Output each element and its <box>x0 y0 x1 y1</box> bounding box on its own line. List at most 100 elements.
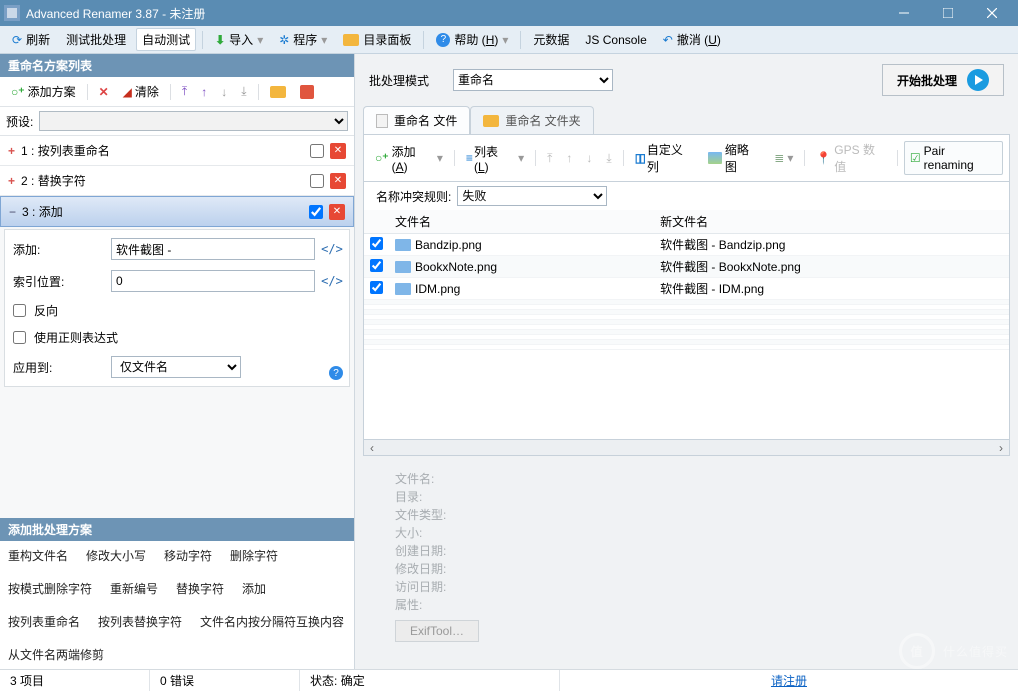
method-enable-checkbox[interactable] <box>310 174 324 188</box>
index-input[interactable] <box>111 270 315 292</box>
regex-label: 使用正则表达式 <box>34 329 124 346</box>
scheme-link[interactable]: 移动字符 <box>164 547 212 564</box>
scheme-link[interactable]: 按列表重命名 <box>8 613 80 630</box>
add-text-input[interactable] <box>111 238 315 260</box>
help-icon[interactable]: ? <box>329 366 343 380</box>
custom-columns-button[interactable]: ▯▯自定义列 <box>630 139 699 177</box>
pair-renaming-button[interactable]: ☑Pair renaming <box>904 141 1003 175</box>
method-item-2[interactable]: + 2 : 替换字符 ✕ <box>0 166 354 196</box>
method-delete-button[interactable]: ✕ <box>330 173 346 189</box>
move-bottom-button[interactable]: ⤓ <box>601 149 616 168</box>
column-newfilename[interactable]: 新文件名 <box>654 210 1009 234</box>
move-bottom-button[interactable]: ⤓ <box>236 82 251 101</box>
collision-rule-select[interactable]: 失败 <box>457 186 607 206</box>
insert-tag-button[interactable]: </> <box>323 240 341 258</box>
scheme-link[interactable]: 替换字符 <box>176 580 224 597</box>
undo-icon: ↶ <box>663 33 673 47</box>
file-grid[interactable]: 文件名 新文件名 Bandzip.png 软件截图 - Bandzip.png … <box>363 210 1010 440</box>
add-files-button[interactable]: ○⁺添加 (A)▾ <box>370 141 448 176</box>
add-scheme-header: 添加批处理方案 <box>0 518 354 541</box>
gps-button[interactable]: 📍GPS 数值 <box>811 139 891 177</box>
horizontal-scrollbar[interactable]: ‹ › <box>363 440 1010 456</box>
scroll-left-button[interactable]: ‹ <box>364 440 380 455</box>
menu-program[interactable]: ✲程序▾ <box>273 28 333 51</box>
apply-to-select[interactable]: 仅文件名 <box>111 356 241 378</box>
scheme-list: 重构文件名 修改大小写 移动字符 删除字符 按模式删除字符 重新编号 替换字符 … <box>0 541 354 669</box>
chevron-down-icon: ▾ <box>787 151 793 165</box>
method-enable-checkbox[interactable] <box>309 205 323 219</box>
batch-mode-row: 批处理模式 重命名 开始批处理 <box>355 54 1018 106</box>
preset-row: 预设: <box>0 107 354 136</box>
move-down-button[interactable]: ↓ <box>216 83 232 101</box>
row-checkbox[interactable] <box>370 259 383 272</box>
batch-mode-select[interactable]: 重命名 <box>453 69 613 91</box>
scheme-link[interactable]: 重新编号 <box>110 580 158 597</box>
exiftool-button[interactable]: ExifTool… <box>395 620 479 642</box>
maximize-button[interactable] <box>926 0 970 26</box>
method-item-1[interactable]: + 1 : 按列表重命名 ✕ <box>0 136 354 166</box>
scheme-link[interactable]: 修改大小写 <box>86 547 146 564</box>
menu-undo[interactable]: ↶撤消 (U) <box>657 28 727 51</box>
scheme-link[interactable]: 重构文件名 <box>8 547 68 564</box>
delete-method-button[interactable]: ✕ <box>94 83 114 101</box>
register-link[interactable]: 请注册 <box>771 672 807 689</box>
column-filename[interactable]: 文件名 <box>389 210 654 234</box>
scroll-right-button[interactable]: › <box>993 440 1009 455</box>
method-delete-button[interactable]: ✕ <box>330 143 346 159</box>
scheme-link[interactable]: 文件名内按分隔符互换内容 <box>200 613 344 630</box>
menu-folder-panel[interactable]: 目录面板 <box>337 28 417 51</box>
insert-tag-button[interactable]: </> <box>323 272 341 290</box>
table-row[interactable]: IDM.png 软件截图 - IDM.png <box>364 278 1009 300</box>
scheme-link[interactable]: 添加 <box>242 580 266 597</box>
minimize-button[interactable] <box>882 0 926 26</box>
thumbnails-button[interactable]: 缩略图 <box>703 139 765 177</box>
file-details: 文件名: 目录: 文件类型: 大小: 创建日期: 修改日期: 访问日期: 属性:… <box>355 456 1018 656</box>
start-batch-button[interactable]: 开始批处理 <box>882 64 1004 96</box>
row-checkbox[interactable] <box>370 237 383 250</box>
add-method-button[interactable]: ○⁺添加方案 <box>6 81 81 102</box>
batch-mode-label: 批处理模式 <box>369 72 429 89</box>
menu-test-batch[interactable]: 测试批处理 <box>60 28 132 51</box>
cell-newfilename: 软件截图 - Bandzip.png <box>654 234 1009 256</box>
move-down-button[interactable]: ↓ <box>581 149 597 167</box>
table-row[interactable]: Bandzip.png 软件截图 - Bandzip.png <box>364 234 1009 256</box>
open-preset-button[interactable] <box>265 84 291 100</box>
menu-metadata[interactable]: 元数据 <box>527 28 575 51</box>
row-checkbox[interactable] <box>370 281 383 294</box>
menu-auto-test[interactable]: 自动测试 <box>136 28 196 51</box>
scheme-link[interactable]: 按模式删除字符 <box>8 580 92 597</box>
view-options-button[interactable]: ≣▾ <box>769 149 798 167</box>
scheme-link[interactable]: 按列表替换字符 <box>98 613 182 630</box>
table-row[interactable]: BookxNote.png 软件截图 - BookxNote.png <box>364 256 1009 278</box>
menu-import[interactable]: ⬇导入▾ <box>209 28 269 51</box>
backwards-checkbox[interactable] <box>13 304 26 317</box>
tab-rename-files[interactable]: 重命名 文件 <box>363 106 470 134</box>
collision-rule-label: 名称冲突规则: <box>376 188 451 205</box>
scheme-link[interactable]: 删除字符 <box>230 547 278 564</box>
menu-refresh[interactable]: ⟳刷新 <box>6 28 56 51</box>
list-menu-button[interactable]: ≡列表 (L)▾ <box>461 141 529 176</box>
menu-js-console[interactable]: JS Console <box>579 30 652 50</box>
method-item-3[interactable]: − 3 : 添加 ✕ <box>0 196 354 227</box>
plus-icon: ○⁺ <box>11 85 25 99</box>
minus-icon: − <box>9 205 16 219</box>
method-enable-checkbox[interactable] <box>310 144 324 158</box>
save-preset-button[interactable] <box>295 83 319 101</box>
scheme-link[interactable]: 从文件名两端修剪 <box>8 646 104 663</box>
method-editor: 添加: </> 索引位置: </> 反向 使用正则表达式 应用到: 仅文件名 <box>4 229 350 387</box>
menu-help[interactable]: ?帮助 (H)▾ <box>430 28 514 51</box>
preset-label: 预设: <box>6 113 33 130</box>
move-up-button[interactable]: ↑ <box>561 149 577 167</box>
preset-select[interactable] <box>39 111 348 131</box>
move-up-button[interactable]: ↑ <box>196 83 212 101</box>
cell-filename: BookxNote.png <box>389 256 654 278</box>
collision-rule-row: 名称冲突规则: 失败 <box>363 182 1010 210</box>
add-label: 添加: <box>13 241 103 258</box>
move-top-button[interactable]: ⤒ <box>542 149 557 168</box>
regex-checkbox[interactable] <box>13 331 26 344</box>
close-button[interactable] <box>970 0 1014 26</box>
tab-rename-folders[interactable]: 重命名 文件夹 <box>470 106 593 134</box>
method-delete-button[interactable]: ✕ <box>329 204 345 220</box>
move-top-button[interactable]: ⤒ <box>177 82 192 101</box>
clear-methods-button[interactable]: ◢清除 <box>118 81 164 102</box>
